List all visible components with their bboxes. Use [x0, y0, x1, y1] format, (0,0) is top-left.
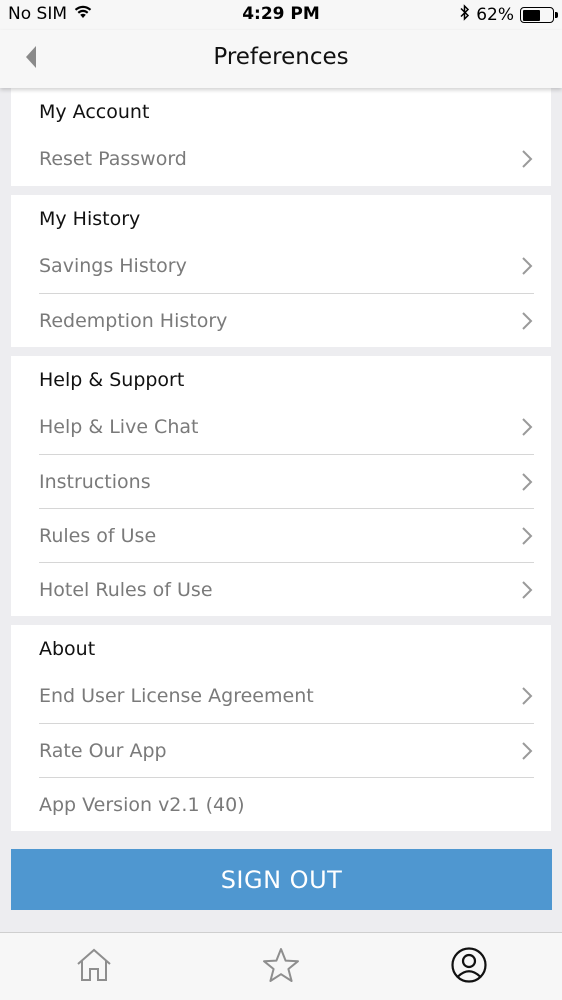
section: My History Savings History Redemption Hist…: [11, 195, 551, 347]
section-title: About: [39, 638, 96, 660]
section: Help & Support Help & Live Chat Instructio…: [11, 356, 551, 616]
list-item[interactable]: Savings History: [39, 239, 534, 293]
tab-home[interactable]: [74, 947, 114, 987]
chevron-right-icon: [520, 526, 534, 546]
list-item-label: Redemption History: [39, 309, 228, 332]
chevron-right-icon: [520, 256, 534, 276]
chevron-right-icon: [520, 472, 534, 492]
list-item[interactable]: Rate Our App: [39, 723, 534, 777]
tab-profile[interactable]: [449, 947, 489, 987]
profile-icon: [450, 946, 488, 988]
section-title: Help & Support: [39, 369, 185, 391]
list-item[interactable]: Help & Live Chat: [39, 400, 534, 454]
status-right: 62%: [460, 4, 558, 26]
list-item-label: Rules of Use: [39, 524, 157, 547]
tab-bar: [0, 932, 562, 1000]
chevron-right-icon: [520, 686, 534, 706]
list-item[interactable]: Redemption History: [39, 293, 534, 347]
battery-fill: [522, 9, 541, 21]
star-icon: [262, 947, 300, 987]
tab-favorites[interactable]: [261, 947, 301, 987]
list-item[interactable]: Hotel Rules of Use: [39, 562, 534, 616]
list-item-label: Reset Password: [39, 148, 187, 170]
list-item-label: Rate Our App: [39, 739, 167, 762]
list-item-label: App Version v2.1 (40): [39, 793, 245, 816]
section-title: My Account: [39, 101, 150, 123]
list-item[interactable]: End User License Agreement: [39, 669, 534, 723]
home-icon: [75, 947, 113, 987]
list-item[interactable]: Rules of Use: [39, 508, 534, 562]
page-title: Preferences: [213, 44, 349, 70]
battery-percent: 62%: [476, 5, 514, 25]
chevron-right-icon: [520, 311, 534, 331]
bluetooth-icon: [460, 4, 470, 26]
preferences-list: My Account Reset Password My History Saving…: [0, 88, 562, 831]
nav-bar: Preferences: [0, 30, 562, 88]
list-item[interactable]: Instructions: [39, 454, 534, 508]
sign-out-button[interactable]: SIGN OUT: [11, 849, 552, 910]
list-item-label: End User License Agreement: [39, 685, 314, 707]
chevron-right-icon: [520, 741, 534, 761]
list-item[interactable]: Reset Password: [39, 132, 534, 186]
chevron-right-icon: [520, 417, 534, 437]
section: About End User License Agreement Rate Our …: [11, 625, 551, 831]
list-item-label: Help & Live Chat: [39, 416, 199, 438]
list-item-label: Savings History: [39, 255, 187, 277]
section: My Account Reset Password: [11, 88, 551, 186]
chevron-right-icon: [520, 580, 534, 600]
list-item: App Version v2.1 (40): [39, 777, 534, 831]
status-bar: No SIM 4:29 PM 62%: [0, 0, 562, 30]
list-item-label: Hotel Rules of Use: [39, 578, 213, 601]
battery-icon: [520, 7, 558, 23]
chevron-right-icon: [520, 149, 534, 169]
section-title: My History: [39, 208, 141, 230]
list-item-label: Instructions: [39, 470, 151, 493]
